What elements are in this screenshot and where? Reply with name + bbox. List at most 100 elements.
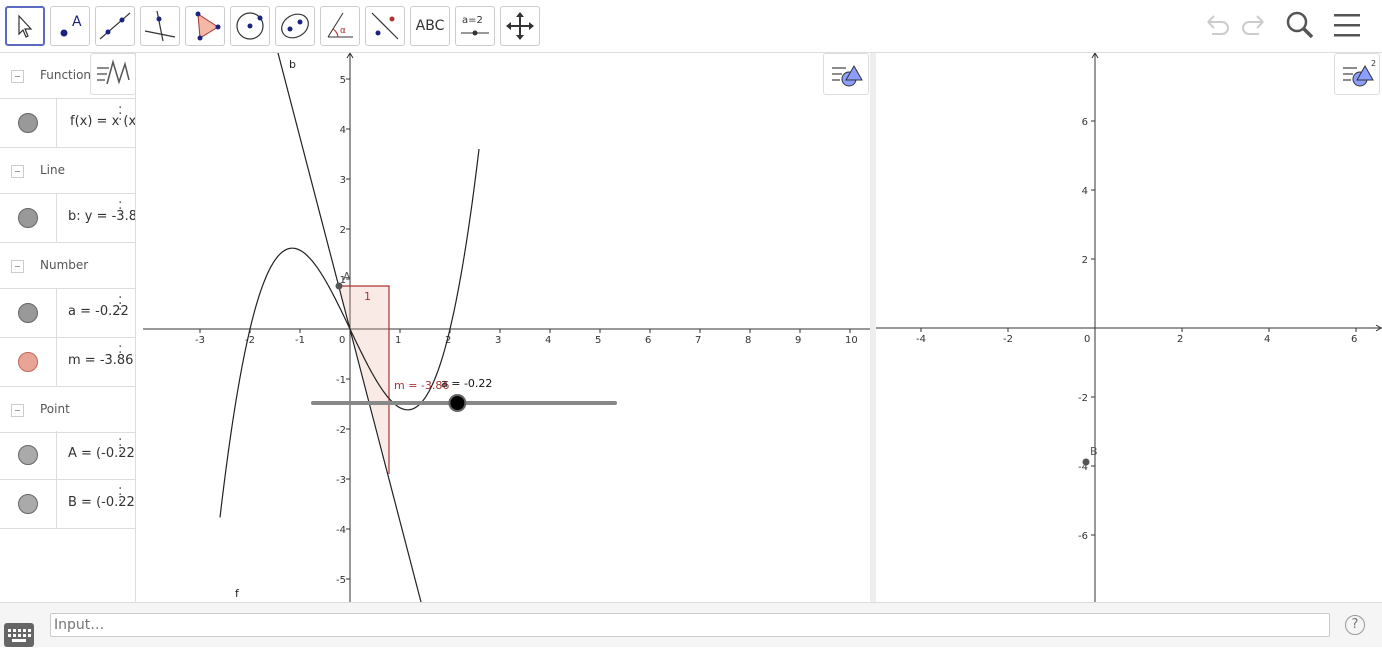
- visibility-toggle-icon[interactable]: [18, 303, 38, 323]
- x-tick-label: 1: [395, 335, 401, 346]
- point-label-b: B: [1090, 445, 1098, 458]
- x-tick-label: 4: [1264, 334, 1270, 345]
- graphics-1-canvas[interactable]: -3 -2 -1 0 1 2 3 4 5 6 7 8 9 10 54321-1-2-3-4-5 1 b f…: [143, 53, 870, 602]
- slope-run-label: 1: [364, 290, 371, 303]
- more-options-icon[interactable]: · · ·: [118, 196, 124, 222]
- point-b[interactable]: [1082, 458, 1090, 466]
- y-tick-label: 5: [340, 75, 346, 86]
- x-tick-label: 8: [745, 335, 751, 346]
- circle-tool-button[interactable]: [230, 6, 270, 46]
- collapse-icon[interactable]: [11, 260, 24, 273]
- slider-label-a: a = -0.22: [441, 377, 492, 390]
- text-tool-button[interactable]: ABC: [410, 6, 450, 46]
- algebra-expression[interactable]: f(x) = x (x: [70, 114, 135, 129]
- x-tick-label: 7: [695, 335, 701, 346]
- algebra-row-line[interactable]: b: y = -3.8 · · ·: [0, 194, 135, 243]
- graphics-1-stylebar-button[interactable]: [823, 53, 869, 95]
- y-tick-label: -4: [336, 525, 346, 536]
- angle-tool-button[interactable]: α: [320, 6, 360, 46]
- group-title: Line: [40, 163, 66, 177]
- group-header-point[interactable]: Point: [0, 387, 135, 433]
- graphics-view-1[interactable]: -3 -2 -1 0 1 2 3 4 5 6 7 8 9 10 5 4 3 2 1 -1 -2 -3 -4 -5 1 b f…: [143, 53, 870, 602]
- help-button[interactable]: ?: [1345, 615, 1365, 635]
- toolbar: A α ABC a=2: [0, 0, 1382, 53]
- algebra-expression[interactable]: A = (-0.22,: [68, 446, 135, 461]
- hamburger-menu-icon: [1334, 14, 1360, 37]
- graphics-stylebar-icon: [832, 64, 863, 87]
- visibility-toggle-icon[interactable]: [18, 445, 38, 465]
- algebra-row-point-b[interactable]: B = (-0.22, · · ·: [0, 480, 135, 529]
- visibility-toggle-icon[interactable]: [18, 352, 38, 372]
- perpendicular-line-icon: [144, 10, 176, 42]
- x-tick-label: 3: [495, 335, 501, 346]
- redo-button[interactable]: [1237, 8, 1271, 46]
- algebra-expression[interactable]: b: y = -3.8: [68, 209, 135, 224]
- move-tool-button[interactable]: [5, 6, 45, 46]
- function-label-f: f: [235, 587, 240, 600]
- search-icon: [1286, 11, 1314, 39]
- undo-icon: [1207, 15, 1229, 35]
- arrow-cursor-icon: [18, 14, 33, 38]
- more-options-icon[interactable]: · · ·: [118, 291, 124, 317]
- graphics-2-canvas[interactable]: -4 -2 0 2 4 6 642-2-4-6 B: [876, 53, 1382, 602]
- keyboard-button[interactable]: [4, 623, 34, 647]
- group-header-number[interactable]: Number: [0, 243, 135, 289]
- line-icon: [99, 12, 131, 40]
- point-label-a: A: [343, 270, 351, 283]
- main-menu-button[interactable]: [1331, 8, 1365, 46]
- search-button[interactable]: [1283, 8, 1317, 46]
- y-tick-label: -2: [336, 425, 346, 436]
- ellipse-tool-button[interactable]: [275, 6, 315, 46]
- input-bar: ?: [0, 602, 1382, 647]
- angle-tool-label: α: [340, 26, 346, 36]
- more-options-icon[interactable]: · · ·: [118, 482, 124, 508]
- point-a[interactable]: [335, 282, 343, 290]
- visibility-toggle-icon[interactable]: [18, 208, 38, 228]
- move-graphics-icon: [506, 12, 534, 40]
- algebra-input-field[interactable]: [50, 613, 1330, 637]
- slider-a-knob[interactable]: [448, 394, 467, 412]
- perpendicular-tool-button[interactable]: [140, 6, 180, 46]
- angle-icon: α: [327, 12, 353, 38]
- collapse-icon[interactable]: [11, 404, 24, 417]
- y-tick-label: -5: [336, 575, 346, 586]
- undo-button[interactable]: [1200, 8, 1234, 46]
- more-options-icon[interactable]: · · ·: [118, 433, 124, 459]
- text-icon: ABC: [415, 18, 445, 34]
- reflect-tool-button[interactable]: [365, 6, 405, 46]
- more-options-icon[interactable]: · · ·: [118, 340, 124, 366]
- y-tick-label: 4: [340, 125, 346, 136]
- more-options-icon[interactable]: · · ·: [118, 101, 124, 127]
- x-tick-label: 10: [845, 335, 858, 346]
- algebra-row-number-a[interactable]: a = -0.22 · · ·: [0, 289, 135, 338]
- x-tick-label: 4: [545, 335, 551, 346]
- point-tool-button[interactable]: A: [50, 6, 90, 46]
- algebra-row-number-m[interactable]: m = -3.86 · · ·: [0, 338, 135, 387]
- x-tick-label: 2: [1177, 334, 1183, 345]
- group-header-line[interactable]: Line: [0, 148, 135, 194]
- visibility-toggle-icon[interactable]: [18, 113, 38, 133]
- collapse-icon[interactable]: [11, 70, 24, 83]
- move-graphics-tool-button[interactable]: [500, 6, 540, 46]
- line-tool-button[interactable]: [95, 6, 135, 46]
- algebra-row-function[interactable]: f(x) = x (x · · ·: [0, 99, 135, 148]
- visibility-toggle-icon[interactable]: [18, 494, 38, 514]
- line-label-b: b: [289, 58, 296, 71]
- polygon-icon: [195, 11, 221, 41]
- algebra-row-point-a[interactable]: A = (-0.22, · · ·: [0, 431, 135, 480]
- graphics-view-2[interactable]: -4 -2 0 2 4 6 6 4 2 -2 -4 -6 B 2: [876, 53, 1382, 602]
- graphics-2-stylebar-button[interactable]: 2: [1334, 53, 1380, 95]
- algebra-view: Function f(x) = x (x · · · Line b: y = -3.…: [0, 53, 136, 602]
- x-tick-label: 9: [795, 335, 801, 346]
- collapse-icon[interactable]: [11, 165, 24, 178]
- x-tick-label: -3: [195, 335, 205, 346]
- algebra-expression[interactable]: B = (-0.22,: [68, 495, 135, 510]
- slider-tool-button[interactable]: a=2: [455, 6, 495, 46]
- group-title: Point: [40, 402, 70, 416]
- x-tick-label: 0: [339, 335, 345, 346]
- y-tick-label: -3: [336, 475, 346, 486]
- slider-icon: a=2: [461, 15, 489, 36]
- algebra-stylebar-button[interactable]: [90, 53, 135, 95]
- polygon-tool-button[interactable]: [185, 6, 225, 46]
- x-tick-label: 0: [1084, 334, 1090, 345]
